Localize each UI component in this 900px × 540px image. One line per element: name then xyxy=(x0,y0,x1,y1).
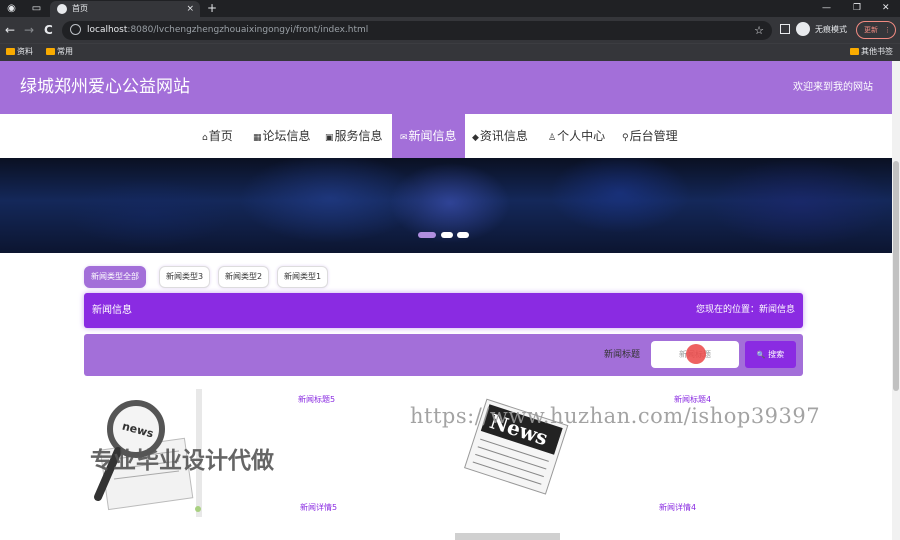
graduation-cap-icon: ◆ xyxy=(472,133,479,143)
incognito-label[interactable]: 无痕模式 xyxy=(815,17,847,43)
url-host: localhost xyxy=(87,25,128,35)
restore-icon[interactable]: ❐ xyxy=(853,0,861,17)
bookmarks-bar: 资料 常用 其他书签 xyxy=(0,43,900,61)
nav-home[interactable]: ⌂首页 xyxy=(202,114,233,158)
bookmark-folder-2[interactable]: 常用 xyxy=(44,44,73,60)
url-text[interactable]: localhost:8080/lvchengzhengzhouaixingong… xyxy=(87,21,368,40)
site-header: 绿城郑州爱心公益网站 欢迎来到我的网站 xyxy=(0,61,892,114)
nav-label: 首页 xyxy=(208,129,233,143)
next-card-image xyxy=(455,533,560,540)
carousel-dot-2[interactable] xyxy=(441,232,453,238)
address-bar[interactable]: localhost:8080/lvchengzhengzhouaixingong… xyxy=(62,21,772,40)
browser-toolbar: ← → C localhost:8080/lvchengzhengzhouaix… xyxy=(0,17,900,43)
search-button[interactable]: 🔍 搜索 xyxy=(745,341,796,368)
folder-icon xyxy=(850,48,859,55)
welcome-text: 欢迎来到我的网站 xyxy=(793,82,873,93)
nav-label: 服务信息 xyxy=(334,129,383,143)
side-panel-icon[interactable] xyxy=(780,24,790,34)
user-icon: ♙ xyxy=(548,133,557,143)
nav-admin[interactable]: ⚲后台管理 xyxy=(622,114,678,158)
service-icon: ▣ xyxy=(325,133,334,143)
search-bar: 新闻标题 🔍 搜索 xyxy=(84,334,803,376)
folder-icon xyxy=(46,48,55,55)
nav-label: 新闻信息 xyxy=(408,129,457,143)
nav-forum[interactable]: ▦论坛信息 xyxy=(253,114,311,158)
folder-icon xyxy=(6,48,15,55)
news-detail-link[interactable]: 新闻详情5 xyxy=(300,502,337,513)
nav-info[interactable]: ◆资讯信息 xyxy=(472,114,528,158)
incognito-avatar-icon[interactable] xyxy=(796,22,810,36)
browser-menu-icon[interactable]: ◉ xyxy=(5,2,18,15)
forum-icon: ▦ xyxy=(253,133,262,143)
nav-label: 论坛信息 xyxy=(262,129,311,143)
filter-type-1[interactable]: 新闻类型1 xyxy=(277,266,329,288)
site-info-icon[interactable] xyxy=(70,24,81,35)
bookmark-label: 常用 xyxy=(57,47,73,56)
url-path: :8080/lvchengzhengzhouaixingongyi/front/… xyxy=(127,25,369,35)
browser-kebab-icon: ⋮ xyxy=(884,26,891,34)
nav-label: 后台管理 xyxy=(629,129,678,143)
carousel-dot-1[interactable] xyxy=(418,232,436,238)
filter-all[interactable]: 新闻类型全部 xyxy=(84,266,146,288)
breadcrumb: 您现在的位置：新闻信息 xyxy=(695,305,795,315)
nav-news[interactable]: ✉新闻信息 xyxy=(392,114,465,158)
nav-service[interactable]: ▣服务信息 xyxy=(325,114,383,158)
watermark-url: https://www.huzhan.com/ishop39397 xyxy=(410,404,821,428)
tab-search-icon[interactable]: ▭ xyxy=(30,2,43,15)
page-scrollbar[interactable] xyxy=(892,61,900,540)
page-viewport: 绿城郑州爱心公益网站 欢迎来到我的网站 ⌂首页 ▦论坛信息 ▣服务信息 ✉新闻信… xyxy=(0,61,892,540)
reload-icon[interactable]: C xyxy=(44,22,53,38)
section-title: 新闻信息 xyxy=(92,305,132,316)
new-tab-button[interactable]: + xyxy=(207,0,217,17)
carousel-dot-3[interactable] xyxy=(457,232,469,238)
mouse-cursor-indicator xyxy=(686,344,706,364)
update-label: 更新 xyxy=(864,26,878,34)
link-icon: ⚲ xyxy=(622,133,629,143)
site-title: 绿城郑州爱心公益网站 xyxy=(20,77,190,97)
search-label: 新闻标题 xyxy=(604,350,641,360)
tab-favicon-icon xyxy=(57,4,67,14)
main-nav: ⌂首页 ▦论坛信息 ▣服务信息 ✉新闻信息 ◆资讯信息 ♙个人中心 ⚲后台管理 xyxy=(0,114,892,158)
home-icon: ⌂ xyxy=(202,133,208,143)
tab-close-icon[interactable]: × xyxy=(186,1,194,17)
other-bookmarks[interactable]: 其他书签 xyxy=(848,44,893,60)
filter-type-3[interactable]: 新闻类型3 xyxy=(159,266,211,288)
scrollbar-thumb[interactable] xyxy=(893,161,899,391)
section-header: 新闻信息 您现在的位置：新闻信息 xyxy=(84,293,803,328)
news-title[interactable]: 新闻标题5 xyxy=(298,394,335,405)
back-icon[interactable]: ← xyxy=(5,22,15,38)
watermark-text: 专业毕业设计代做 xyxy=(90,448,274,474)
filter-type-2[interactable]: 新闻类型2 xyxy=(218,266,270,288)
search-icon: 🔍 xyxy=(756,351,766,359)
browser-tabbar: ◉ ▭ 首页 × + — ❐ ✕ xyxy=(0,0,900,17)
nav-user-center[interactable]: ♙个人中心 xyxy=(548,114,605,158)
nav-label: 个人中心 xyxy=(557,129,606,143)
search-button-label: 搜索 xyxy=(768,350,785,359)
bookmark-star-icon[interactable]: ☆ xyxy=(754,21,764,40)
bookmark-label: 资料 xyxy=(17,47,33,56)
tab-title: 首页 xyxy=(72,4,88,13)
bookmark-folder-1[interactable]: 资料 xyxy=(4,44,33,60)
news-detail-link[interactable]: 新闻详情4 xyxy=(659,502,696,513)
forward-icon[interactable]: → xyxy=(24,22,34,38)
browser-tab[interactable]: 首页 × xyxy=(50,1,200,17)
nav-label: 资讯信息 xyxy=(479,129,528,143)
banner-carousel[interactable] xyxy=(0,158,892,253)
mail-icon: ✉ xyxy=(400,133,408,143)
update-button[interactable]: 更新 ⋮ xyxy=(856,21,896,39)
other-bookmarks-label: 其他书签 xyxy=(861,47,893,56)
minimize-icon[interactable]: — xyxy=(822,0,831,17)
close-window-icon[interactable]: ✕ xyxy=(882,0,890,17)
